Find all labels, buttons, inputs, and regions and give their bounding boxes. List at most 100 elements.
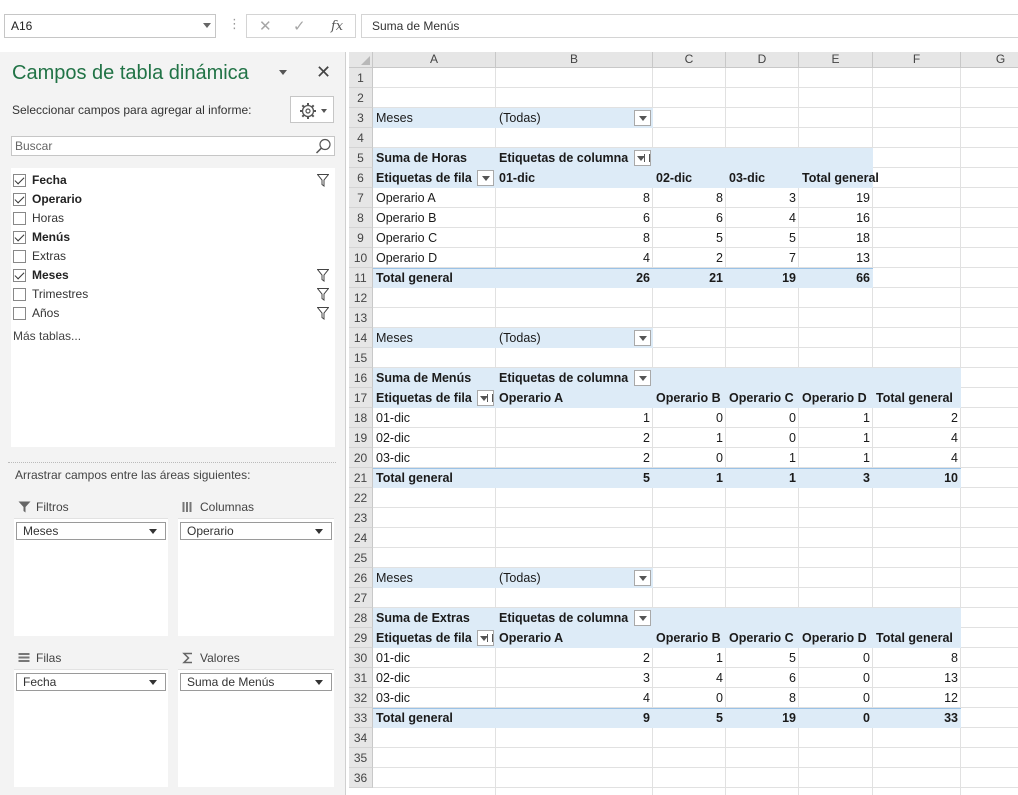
- select-all-corner[interactable]: [349, 52, 373, 68]
- pivot-value-field[interactable]: Suma de Extras: [373, 608, 496, 628]
- pivot-grand-total-cell[interactable]: 19: [726, 268, 799, 288]
- filter-applied-dropdown-icon[interactable]: [477, 390, 494, 406]
- row-header[interactable]: 4: [349, 128, 373, 148]
- rows-drop-zone[interactable]: Fecha: [14, 669, 168, 787]
- field-checkbox[interactable]: [13, 231, 26, 244]
- pivot-value-cell[interactable]: 4: [726, 208, 799, 228]
- enter-icon[interactable]: ✓: [293, 17, 306, 35]
- pivot-value-field[interactable]: Suma de Horas: [373, 148, 496, 168]
- row-header[interactable]: 9: [349, 228, 373, 248]
- pivot-grand-total-cell[interactable]: 0: [799, 708, 873, 728]
- pivot-value-cell[interactable]: 6: [726, 668, 799, 688]
- pivot-value-cell[interactable]: 1: [799, 428, 873, 448]
- pivot-filter-label[interactable]: Meses: [373, 328, 496, 348]
- search-icon[interactable]: [315, 138, 332, 155]
- pivot-value-cell[interactable]: 13: [873, 668, 961, 688]
- filter-icon[interactable]: [317, 174, 329, 187]
- chevron-down-icon[interactable]: [203, 23, 211, 28]
- row-header[interactable]: 29: [349, 628, 373, 648]
- row-header[interactable]: 19: [349, 428, 373, 448]
- column-header[interactable]: D: [726, 52, 799, 68]
- pivot-value-cell[interactable]: 3: [726, 188, 799, 208]
- pivot-value-cell[interactable]: 4: [496, 248, 653, 268]
- pivot-column-labels[interactable]: Etiquetas de columna: [496, 608, 653, 628]
- pivot-column-header[interactable]: Operario B: [653, 388, 726, 408]
- pivot-row-label[interactable]: 01-dic: [373, 648, 496, 668]
- pivot-value-cell[interactable]: 0: [653, 448, 726, 468]
- field-checkbox[interactable]: [13, 174, 26, 187]
- pivot-value-cell[interactable]: 1: [496, 408, 653, 428]
- row-header[interactable]: 16: [349, 368, 373, 388]
- pivot-value-cell[interactable]: 1: [653, 428, 726, 448]
- row-header[interactable]: 3: [349, 108, 373, 128]
- area-field-chip[interactable]: Fecha: [16, 673, 166, 691]
- close-icon[interactable]: ✕: [316, 62, 331, 83]
- area-field-chip[interactable]: Meses: [16, 522, 166, 540]
- formula-input[interactable]: Suma de Menús: [361, 14, 1018, 38]
- row-header[interactable]: 5: [349, 148, 373, 168]
- pivot-row-label[interactable]: Operario D: [373, 248, 496, 268]
- pivot-column-header[interactable]: Operario C: [726, 388, 799, 408]
- pivot-column-header[interactable]: 02-dic: [653, 168, 726, 188]
- pivot-value-cell[interactable]: 4: [653, 668, 726, 688]
- pivot-value-cell[interactable]: 2: [496, 448, 653, 468]
- pivot-row-label[interactable]: Operario C: [373, 228, 496, 248]
- column-header[interactable]: A: [373, 52, 496, 68]
- pivot-column-header[interactable]: Operario A: [496, 388, 653, 408]
- pivot-column-header[interactable]: 01-dic: [496, 168, 653, 188]
- name-box[interactable]: A16: [4, 14, 216, 38]
- pivot-value-cell[interactable]: 12: [873, 688, 961, 708]
- more-vertical-icon[interactable]: ⋮: [228, 16, 241, 32]
- field-item[interactable]: Trimestres: [11, 285, 335, 304]
- row-header[interactable]: 24: [349, 528, 373, 548]
- row-header[interactable]: 13: [349, 308, 373, 328]
- pivot-value-cell[interactable]: 3: [496, 668, 653, 688]
- pivot-grand-total-label[interactable]: Total general: [373, 468, 496, 488]
- cancel-icon[interactable]: ✕: [259, 17, 272, 35]
- dropdown-arrow-icon[interactable]: [634, 570, 651, 586]
- pivot-column-labels[interactable]: Etiquetas de columna: [496, 368, 653, 388]
- filter-applied-dropdown-icon[interactable]: [477, 630, 494, 646]
- field-item[interactable]: Años: [11, 304, 335, 323]
- pivot-row-label[interactable]: 03-dic: [373, 448, 496, 468]
- pivot-filter-value[interactable]: (Todas): [496, 328, 653, 348]
- row-header[interactable]: 1: [349, 68, 373, 88]
- pivot-value-cell[interactable]: 6: [653, 208, 726, 228]
- more-tables-link[interactable]: Más tablas...: [13, 329, 81, 343]
- row-header[interactable]: 21: [349, 468, 373, 488]
- row-header[interactable]: 11: [349, 268, 373, 288]
- area-field-chip[interactable]: Operario: [180, 522, 332, 540]
- dropdown-arrow-icon[interactable]: [634, 610, 651, 626]
- field-item[interactable]: Fecha: [11, 171, 335, 190]
- pivot-grand-total-cell[interactable]: 10: [873, 468, 961, 488]
- filter-applied-dropdown-icon[interactable]: [634, 150, 651, 166]
- pivot-grand-total-cell[interactable]: 21: [653, 268, 726, 288]
- pivot-row-label[interactable]: Operario A: [373, 188, 496, 208]
- row-header[interactable]: 8: [349, 208, 373, 228]
- row-header[interactable]: 27: [349, 588, 373, 608]
- pivot-value-cell[interactable]: 13: [799, 248, 873, 268]
- pivot-value-cell[interactable]: 5: [653, 228, 726, 248]
- pivot-filter-label[interactable]: Meses: [373, 568, 496, 588]
- chevron-down-icon[interactable]: [149, 680, 157, 685]
- pivot-grand-total-cell[interactable]: 66: [799, 268, 873, 288]
- pivot-column-header[interactable]: Total general: [873, 388, 961, 408]
- pivot-grand-total-cell[interactable]: 1: [726, 468, 799, 488]
- chevron-down-icon[interactable]: [315, 529, 323, 534]
- row-header[interactable]: 12: [349, 288, 373, 308]
- column-header[interactable]: C: [653, 52, 726, 68]
- columns-drop-zone[interactable]: Operario: [178, 518, 334, 636]
- row-header[interactable]: 14: [349, 328, 373, 348]
- search-input[interactable]: Buscar: [11, 136, 335, 156]
- row-header[interactable]: 32: [349, 688, 373, 708]
- pivot-row-label[interactable]: 02-dic: [373, 668, 496, 688]
- pivot-value-cell[interactable]: 1: [653, 648, 726, 668]
- field-item[interactable]: Meses: [11, 266, 335, 285]
- column-header[interactable]: E: [799, 52, 873, 68]
- field-checkbox[interactable]: [13, 212, 26, 225]
- pivot-grand-total-cell[interactable]: 33: [873, 708, 961, 728]
- pivot-value-cell[interactable]: 0: [726, 408, 799, 428]
- row-header[interactable]: 22: [349, 488, 373, 508]
- row-header[interactable]: 17: [349, 388, 373, 408]
- insert-function-icon[interactable]: fx: [331, 19, 343, 34]
